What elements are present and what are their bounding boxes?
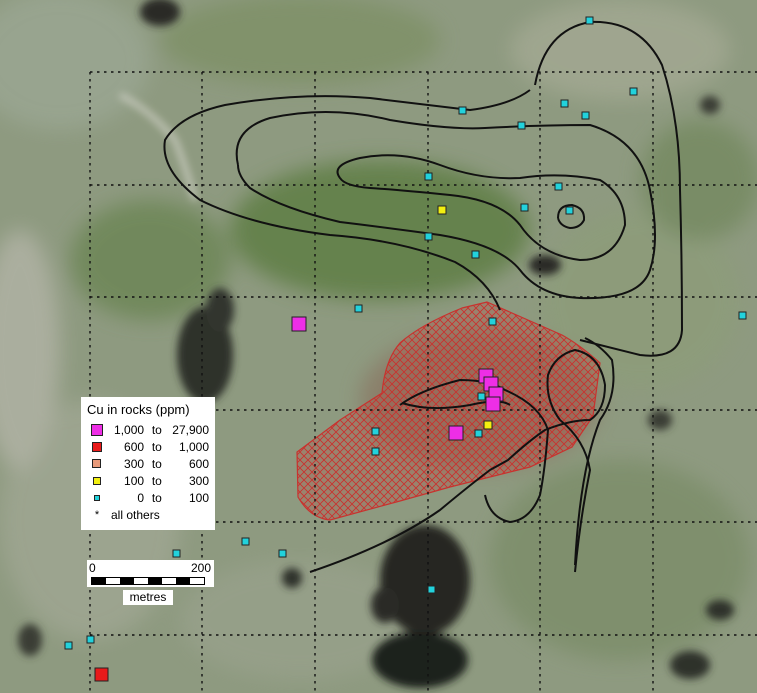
sample-marker bbox=[278, 549, 287, 558]
sample-marker bbox=[554, 182, 563, 191]
sample-marker bbox=[477, 392, 486, 401]
legend-high: 1,000 bbox=[178, 439, 209, 454]
sample-marker bbox=[424, 232, 433, 241]
legend-high: 100 bbox=[188, 490, 209, 505]
sample-marker bbox=[172, 549, 181, 558]
legend-low: 300 bbox=[124, 456, 145, 471]
legend-swatch bbox=[92, 459, 102, 468]
sample-marker bbox=[64, 641, 73, 650]
sample-marker bbox=[427, 585, 436, 594]
sample-marker bbox=[354, 304, 363, 313]
legend-low: 1,000 bbox=[114, 422, 145, 437]
legend-row: 1,000 to 27,900 bbox=[87, 421, 209, 438]
sample-marker bbox=[581, 111, 590, 120]
sample-marker bbox=[520, 203, 529, 212]
sample-marker bbox=[437, 205, 447, 215]
legend-others-label: all others bbox=[111, 507, 160, 522]
scale-unit-label: metres bbox=[123, 590, 173, 605]
sample-marker bbox=[94, 667, 109, 682]
map-stage: Cu in rocks (ppm) 1,000 to 27,900 600 to… bbox=[0, 0, 757, 693]
legend-sep: to bbox=[151, 473, 162, 488]
sample-marker bbox=[517, 121, 526, 130]
legend-swatch bbox=[91, 441, 102, 452]
legend-row: 0 to 100 bbox=[87, 489, 209, 506]
scale-start-label: 0 bbox=[89, 561, 96, 575]
sample-marker bbox=[291, 316, 307, 332]
legend-swatch bbox=[93, 494, 100, 501]
legend-high: 300 bbox=[188, 473, 209, 488]
legend-swatch bbox=[92, 476, 101, 485]
sample-marker bbox=[241, 537, 250, 546]
sample-marker bbox=[560, 99, 569, 108]
sample-marker bbox=[585, 16, 594, 25]
legend-swatch bbox=[90, 423, 103, 436]
legend-row: 300 to 600 bbox=[87, 455, 209, 472]
sample-marker bbox=[448, 425, 464, 441]
legend-high: 600 bbox=[188, 456, 209, 471]
scale-bar: 0 200 metres bbox=[87, 560, 214, 608]
legend-title: Cu in rocks (ppm) bbox=[87, 402, 190, 417]
sample-marker bbox=[86, 635, 95, 644]
legend-low: 0 bbox=[137, 490, 145, 505]
legend-high: 27,900 bbox=[172, 422, 209, 437]
legend-sep: to bbox=[151, 422, 162, 437]
legend-sep: to bbox=[151, 439, 162, 454]
sample-marker bbox=[485, 396, 501, 412]
legend-low: 100 bbox=[124, 473, 145, 488]
sample-marker bbox=[629, 87, 638, 96]
scale-bar-graphic bbox=[91, 577, 205, 585]
sample-marker bbox=[471, 250, 480, 259]
sample-marker bbox=[738, 311, 747, 320]
legend-row: 100 to 300 bbox=[87, 472, 209, 489]
sample-marker bbox=[488, 317, 497, 326]
sample-marker bbox=[371, 447, 380, 456]
scale-end-label: 200 bbox=[191, 561, 212, 575]
map-legend: Cu in rocks (ppm) 1,000 to 27,900 600 to… bbox=[81, 397, 215, 530]
legend-sep: to bbox=[151, 456, 162, 471]
legend-low: 600 bbox=[124, 439, 145, 454]
asterisk-icon: * bbox=[94, 508, 100, 521]
sample-marker bbox=[371, 427, 380, 436]
sample-marker bbox=[458, 106, 467, 115]
legend-sep: to bbox=[151, 490, 162, 505]
sample-marker bbox=[483, 420, 493, 430]
sample-marker bbox=[565, 206, 574, 215]
legend-row: 600 to 1,000 bbox=[87, 438, 209, 455]
sample-marker bbox=[474, 429, 483, 438]
sample-marker bbox=[424, 172, 433, 181]
legend-row-others: * all others bbox=[87, 506, 209, 523]
